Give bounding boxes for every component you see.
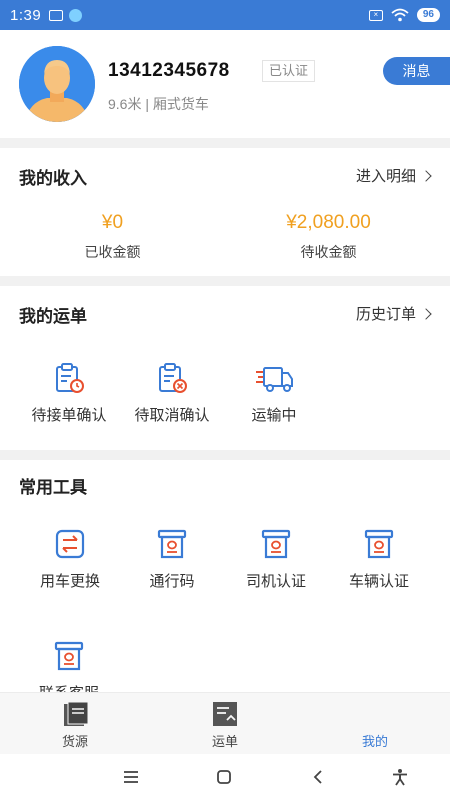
pending-amount: ¥2,080.00 — [286, 212, 371, 233]
driver-cert-icon — [261, 529, 291, 559]
received-amount-block[interactable]: ¥0 已收金额 — [0, 212, 225, 262]
tool-vehicle-cert-label: 车辆认证 — [348, 573, 409, 590]
order-pending-accept[interactable]: 待接单确认 — [13, 362, 125, 425]
user-phone: 13412345678 — [108, 60, 230, 81]
status-time: 1:39 — [10, 6, 42, 24]
wifi-icon — [391, 8, 409, 22]
chevron-right-icon — [420, 307, 432, 320]
tool-customer-service[interactable]: 联系客服 — [13, 640, 125, 692]
tools-title: 常用工具 — [19, 478, 87, 497]
vehicle-info: 9.6米 | 厢式货车 — [108, 96, 209, 112]
pending-label: 待收金额 — [300, 244, 357, 260]
system-nav-bar — [0, 754, 450, 800]
tab-cargo[interactable]: 货源 — [0, 693, 150, 754]
clipboard-clock-icon — [56, 363, 84, 393]
clipboard-cancel-icon — [159, 363, 187, 393]
truck-icon — [256, 367, 293, 392]
cargo-icon — [64, 701, 89, 726]
tool-vehicle-change-label: 用车更换 — [39, 573, 100, 590]
order-pending-cancel[interactable]: 待取消确认 — [116, 362, 228, 425]
divider — [0, 138, 450, 148]
tool-vehicle-change[interactable]: 用车更换 — [14, 528, 126, 591]
received-amount: ¥0 — [101, 212, 124, 233]
tool-vehicle-cert[interactable]: 车辆认证 — [323, 528, 435, 591]
notification-icon — [49, 9, 64, 21]
accessibility-icon[interactable] — [390, 768, 410, 786]
order-pending-cancel-label: 待取消确认 — [134, 407, 210, 424]
menu-icon[interactable] — [121, 768, 141, 786]
person-icon — [19, 46, 95, 122]
divider — [0, 276, 450, 286]
income-title: 我的收入 — [19, 169, 87, 188]
home-icon[interactable] — [214, 768, 234, 786]
pending-amount-block[interactable]: ¥2,080.00 待收金额 — [216, 212, 441, 262]
customer-service-icon — [54, 641, 84, 671]
vehicle-cert-icon — [364, 529, 394, 559]
pass-code-icon — [157, 529, 187, 559]
chevron-right-icon — [420, 169, 432, 182]
order-in-transit[interactable]: 运输中 — [218, 362, 330, 425]
order-pending-accept-label: 待接单确认 — [31, 407, 107, 424]
tool-driver-cert[interactable]: 司机认证 — [220, 528, 332, 591]
waybill-icon — [213, 702, 237, 726]
avatar[interactable] — [19, 46, 95, 122]
status-bar: 1:39 × 96 — [0, 0, 450, 30]
history-orders-link[interactable]: 历史订单 — [355, 303, 432, 324]
divider — [0, 450, 450, 460]
income-detail-link[interactable]: 进入明细 — [355, 165, 432, 186]
profile-header: 13412345678 已认证 9.6米 | 厢式货车 消息 — [0, 30, 450, 130]
app-icon — [69, 8, 83, 22]
received-label: 已收金额 — [84, 244, 141, 260]
tool-pass-code-label: 通行码 — [149, 573, 195, 590]
message-button[interactable]: 消息 — [383, 57, 450, 85]
swap-icon — [55, 529, 85, 559]
income-detail-label: 进入明细 — [355, 168, 416, 185]
battery-icon: 96 — [416, 8, 440, 22]
back-icon[interactable] — [309, 768, 329, 786]
bottom-tab-bar: 货源 运单 我的 — [0, 692, 450, 754]
tab-me-label: 我的 — [361, 734, 388, 749]
tab-waybill-label: 运单 — [211, 734, 238, 749]
order-in-transit-label: 运输中 — [251, 407, 297, 424]
tab-cargo-label: 货源 — [61, 734, 88, 749]
tool-driver-cert-label: 司机认证 — [245, 573, 306, 590]
history-orders-label: 历史订单 — [355, 306, 416, 323]
verified-badge: 已认证 — [262, 60, 316, 82]
tool-pass-code[interactable]: 通行码 — [116, 528, 228, 591]
orders-title: 我的运单 — [19, 307, 87, 326]
sim-icon: × — [368, 9, 383, 21]
tab-me[interactable]: 我的 — [300, 693, 450, 754]
tool-customer-service-label: 联系客服 — [13, 682, 125, 692]
tab-waybill[interactable]: 运单 — [150, 693, 300, 754]
